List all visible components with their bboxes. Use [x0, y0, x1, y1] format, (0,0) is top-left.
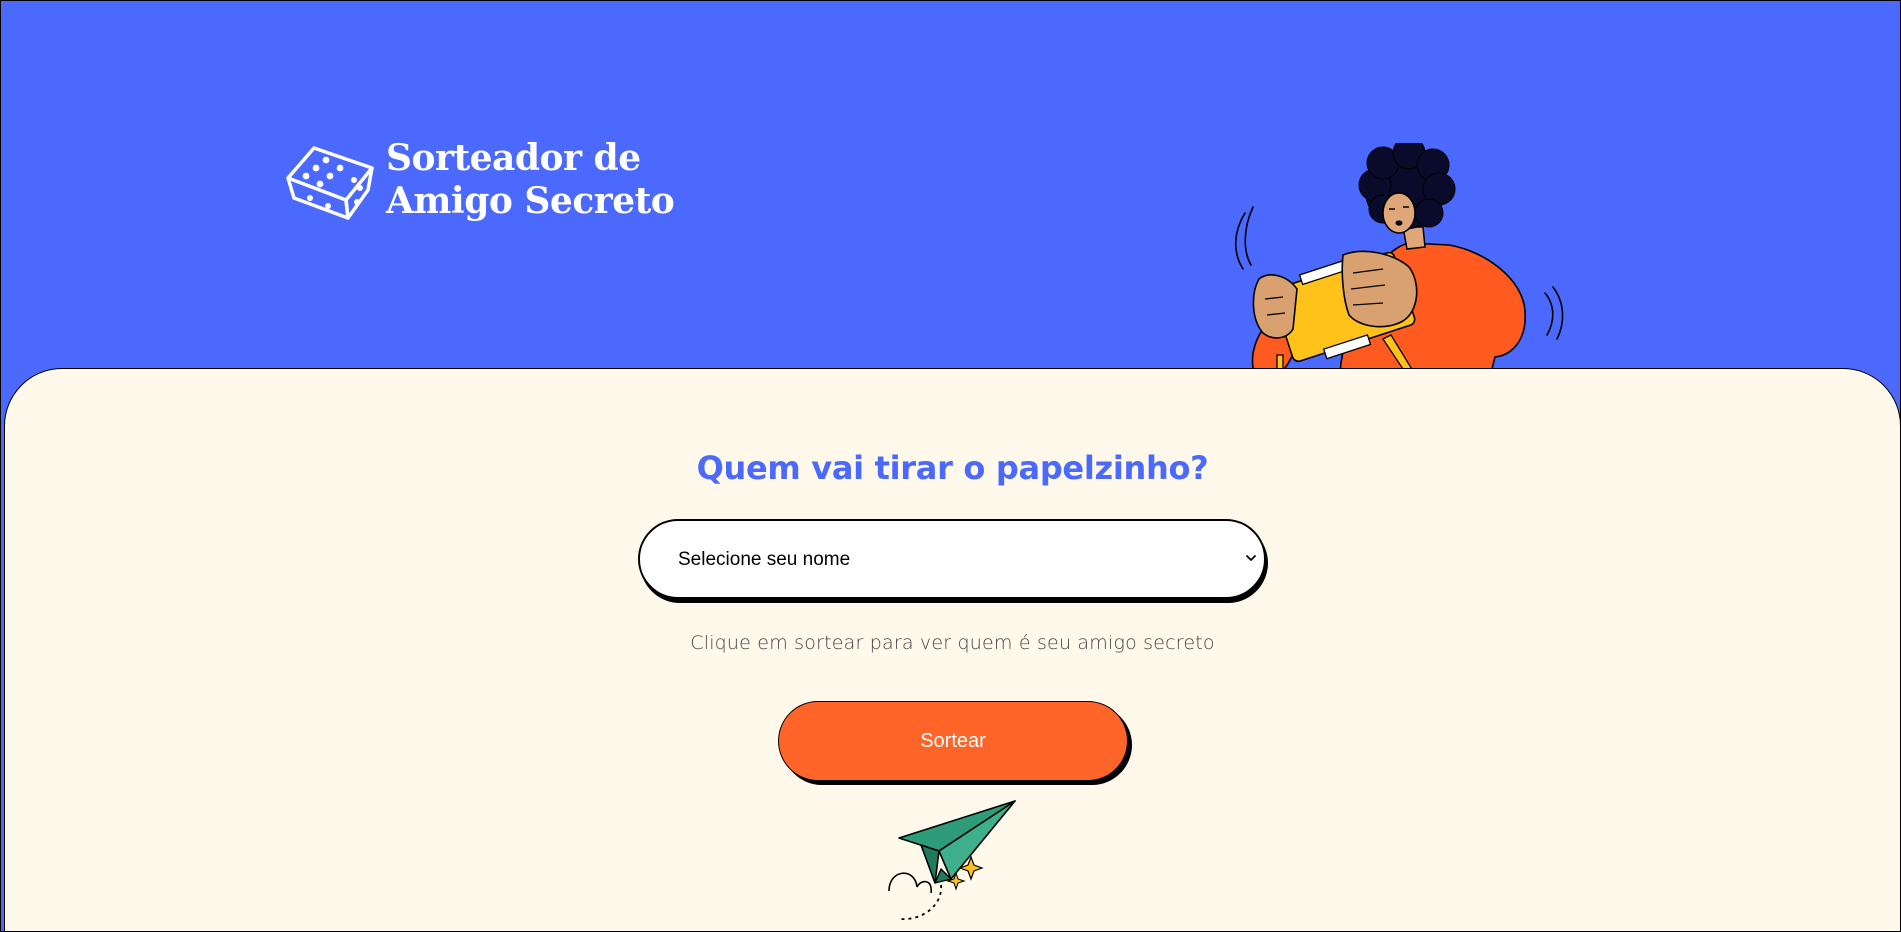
- dice-icon: [286, 146, 374, 220]
- person-with-gift-illustration: [1234, 143, 1564, 405]
- name-select[interactable]: Selecione seu nome: [638, 519, 1266, 599]
- main-card: Quem vai tirar o papelzinho? Selecione s…: [4, 368, 1900, 931]
- name-select-value: Selecione seu nome: [678, 549, 851, 570]
- paper-plane-illustration: [888, 800, 1016, 920]
- draw-button[interactable]: Sortear: [778, 701, 1128, 781]
- page-heading: Quem vai tirar o papelzinho?: [696, 449, 1209, 487]
- app-title-line1: Sorteador de: [386, 137, 641, 179]
- header: Sorteador de Amigo Secreto: [1, 1, 1900, 405]
- hint-text: Clique em sortear para ver quem é seu am…: [690, 632, 1215, 654]
- logo: Sorteador de Amigo Secreto: [284, 137, 675, 223]
- chevron-down-icon: [1246, 555, 1256, 561]
- app-title: Sorteador de Amigo Secreto: [386, 137, 675, 223]
- app-window: Sorteador de Amigo Secreto Quem vai tira…: [0, 0, 1901, 932]
- app-title-line2: Amigo Secreto: [386, 180, 675, 222]
